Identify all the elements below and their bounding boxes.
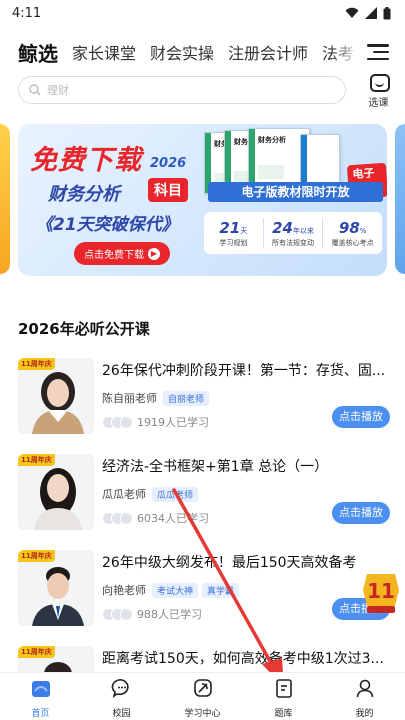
profile-icon <box>356 679 373 698</box>
anniversary-ribbon: 11周年庆 <box>18 454 55 466</box>
promo-banner[interactable]: 免费下载 2026 财务分析 科目 《21天突破保代》 点击免费下载 ▶ 财务分… <box>18 124 387 276</box>
tabbar-label: 我的 <box>355 709 374 719</box>
course-learners: 988人已学习 <box>102 606 202 622</box>
banner-stats: 21天 学习规划 24年以来 所有法规变动 98% 覆盖核心考点 <box>204 212 382 254</box>
search-placeholder: 理财 <box>47 84 69 97</box>
leaf-icon <box>193 679 212 697</box>
course-item[interactable]: 11周年庆 26年保代冲刺阶段开课！第一节：存货、固... 陈自丽老师 自丽老师 … <box>18 358 390 434</box>
stat-item: 24年以来 所有法规变动 <box>264 218 324 248</box>
tabbar-label: 校园 <box>112 709 131 719</box>
stat-item: 21天 学习规划 <box>204 218 264 248</box>
status-time: 4:11 <box>12 5 42 21</box>
search-row: 理财 选课 <box>18 74 392 109</box>
tabbar-item-profile[interactable]: 我的 <box>324 673 405 720</box>
svg-text:11: 11 <box>367 579 395 603</box>
course-title: 26年保代冲刺阶段开课！第一节：存货、固... <box>102 363 386 379</box>
status-icons <box>345 6 391 20</box>
anniversary-float-badge[interactable]: 11 <box>361 570 401 614</box>
banner-title: 免费下载 <box>30 145 142 176</box>
tabbar-item-home[interactable]: 首页 <box>0 673 81 720</box>
anniversary-ribbon: 11周年庆 <box>18 550 55 562</box>
banner-peek-right[interactable] <box>395 124 405 274</box>
tab-parent-class[interactable]: 家长课堂 <box>72 40 136 64</box>
signal-icon <box>365 7 377 19</box>
tabbar-item-study-center[interactable]: 学习中心 <box>162 673 243 720</box>
chat-icon <box>111 679 129 698</box>
teacher-tag: 真学霸 <box>202 583 240 598</box>
course-learners: 1919人已学习 <box>102 414 209 430</box>
arrow-right-icon: ▶ <box>148 247 160 260</box>
banner-subject: 财务分析 <box>48 184 120 205</box>
bottom-tab-bar: 首页 校园 学习中心 题库 我的 <box>0 672 405 720</box>
search-input[interactable]: 理财 <box>18 76 346 104</box>
learner-avatars <box>102 607 133 621</box>
tab-accounting-practice[interactable]: 财会实操 <box>150 40 214 64</box>
banner-subject-badge: 科目 <box>148 178 188 202</box>
course-thumbnail: 11周年庆 <box>18 454 94 530</box>
tabbar-item-campus[interactable]: 校园 <box>81 673 162 720</box>
basket-icon <box>370 74 390 92</box>
learner-avatars <box>102 415 133 429</box>
course-thumbnail: 11周年庆 <box>18 550 94 626</box>
tabbar-label: 学习中心 <box>184 709 221 719</box>
battery-icon <box>383 6 391 19</box>
anniversary-ribbon: 11周年庆 <box>18 646 55 658</box>
section-title: 2026年必听公开课 <box>18 320 150 338</box>
tabbar-label: 首页 <box>31 709 50 719</box>
tablet-cover <box>300 134 340 184</box>
banner-ebook-line: 电子版教材限时开放 <box>208 182 383 202</box>
wifi-icon <box>345 7 359 18</box>
banner-download-button[interactable]: 点击免费下载 ▶ <box>74 242 170 265</box>
tab-cpa[interactable]: 注册会计师 <box>228 40 308 64</box>
banner-cta-label: 点击免费下载 <box>84 250 144 261</box>
category-tabs: 鲸选 家长课堂 财会实操 注册会计师 法考 <box>0 34 405 70</box>
menu-icon[interactable] <box>367 44 389 60</box>
tab-jingxuan[interactable]: 鲸选 <box>18 38 58 67</box>
course-select-label: 选课 <box>368 98 389 109</box>
course-title: 距离考试150天，如何高效备考中级1次过3... <box>102 651 384 667</box>
anniversary-ribbon: 11周年庆 <box>18 358 55 370</box>
course-thumbnail: 11周年庆 <box>18 358 94 434</box>
course-teacher: 瓜瓜老师 瓜瓜老师 <box>102 486 199 502</box>
stat-item: 98% 覆盖核心考点 <box>331 219 374 247</box>
course-title: 经济法-全书框架+第1章 总论（一） <box>102 459 329 475</box>
home-icon <box>31 681 50 697</box>
banner-peek-left[interactable] <box>0 124 10 274</box>
play-button[interactable]: 点击播放 <box>332 406 390 428</box>
banner-year: 2026 <box>150 156 187 171</box>
teacher-tag: 瓜瓜老师 <box>152 487 199 502</box>
course-teacher: 陈自丽老师 自丽老师 <box>102 390 210 406</box>
course-title: 26年中级大纲发布！最后150天高效备考 <box>102 555 357 571</box>
play-button[interactable]: 点击播放 <box>332 502 390 524</box>
course-learners: 6034人已学习 <box>102 510 209 526</box>
course-item[interactable]: 11周年庆 经济法-全书框架+第1章 总论（一） 瓜瓜老师 瓜瓜老师 6034人已… <box>18 454 390 530</box>
course-item[interactable]: 11周年庆 26年中级大纲发布！最后150天高效备考 向艳老师 考试大神 真学霸 9… <box>18 550 390 626</box>
course-teacher: 向艳老师 考试大神 真学霸 <box>102 582 240 598</box>
question-bank-icon <box>275 679 292 698</box>
teacher-tag: 考试大神 <box>152 583 199 598</box>
teacher-tag: 自丽老师 <box>163 391 210 406</box>
search-icon <box>29 84 41 96</box>
tabbar-item-question-bank[interactable]: 题库 <box>243 673 324 720</box>
course-select-button[interactable]: 选课 <box>368 74 392 109</box>
tabbar-label: 题库 <box>274 709 293 719</box>
status-bar: 4:11 <box>0 0 405 26</box>
tabs-fade <box>331 34 361 70</box>
banner-subtitle: 《21天突破保代》 <box>36 215 179 235</box>
learner-avatars <box>102 511 133 525</box>
